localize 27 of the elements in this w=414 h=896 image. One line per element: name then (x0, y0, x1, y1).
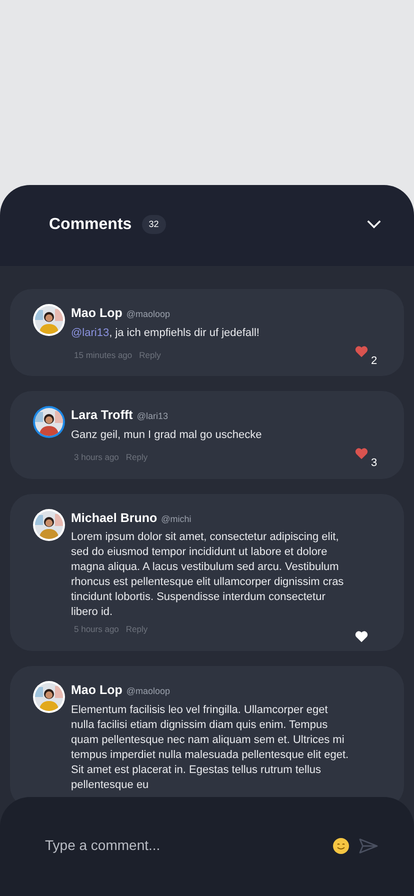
sheet-title: Comments (49, 214, 132, 234)
reply-link[interactable]: Reply (139, 348, 161, 362)
comment-text: Ganz geil, mun I grad mal go uschecke (71, 428, 263, 443)
comment-time: 3 hours ago (74, 450, 119, 464)
author-name: Michael Bruno (71, 510, 158, 526)
author-name: Mao Lop (71, 682, 122, 699)
chevron-down-icon[interactable] (367, 220, 381, 229)
reply-link[interactable]: Reply (126, 623, 148, 636)
author-name: Mao Lop (71, 305, 122, 322)
smiley-icon[interactable] (333, 838, 349, 854)
author-handle: @michi (161, 512, 192, 526)
comment-text: Lorem ipsum dolor sit amet, consectetur adipiscing elit, sed do eiusmod tempor incididunt ut labore et dolore magna aliqua. A lacus vestibulum sed arcu. Vestibulum rhoncus est pellentesque elit ullamcorper dignissim cras tincidunt lobortis. Suspendisse interdum consectetur libero id. (71, 530, 345, 620)
author-handle: @maoloop (126, 308, 170, 321)
comment-input[interactable]: Type a comment... (45, 835, 333, 856)
reply-link[interactable]: Reply (126, 450, 148, 464)
author-name: Lara Trofft (71, 407, 133, 424)
heart-icon[interactable] (353, 629, 370, 644)
mention-link[interactable]: @lari13 (71, 326, 110, 339)
comment-time: 15 minutes ago (74, 348, 132, 362)
comment-count: 32 (142, 214, 166, 234)
author-handle: @lari13 (136, 410, 168, 424)
like-count: 3 (371, 456, 378, 471)
comment-text: Elementum facilisis leo vel fringilla. Ullamcorper eget nulla facilisi etiam dignissim diam quis enim. Tempus quam pellentesque nec nam aliquam sem et. Ultrices mi tempus imperdiet nulla malesuada pellentesque elit eget. Sit amet est placerat in. Egestas tellus rutrum tellus pellentesque eu (71, 702, 350, 793)
comment-time: 5 hours ago (74, 623, 119, 636)
comment-text: @lari13, ja ich empfiehls dir uf jedefall! (71, 326, 260, 341)
author-handle: @maoloop (126, 685, 170, 698)
like-count: 2 (371, 354, 378, 369)
